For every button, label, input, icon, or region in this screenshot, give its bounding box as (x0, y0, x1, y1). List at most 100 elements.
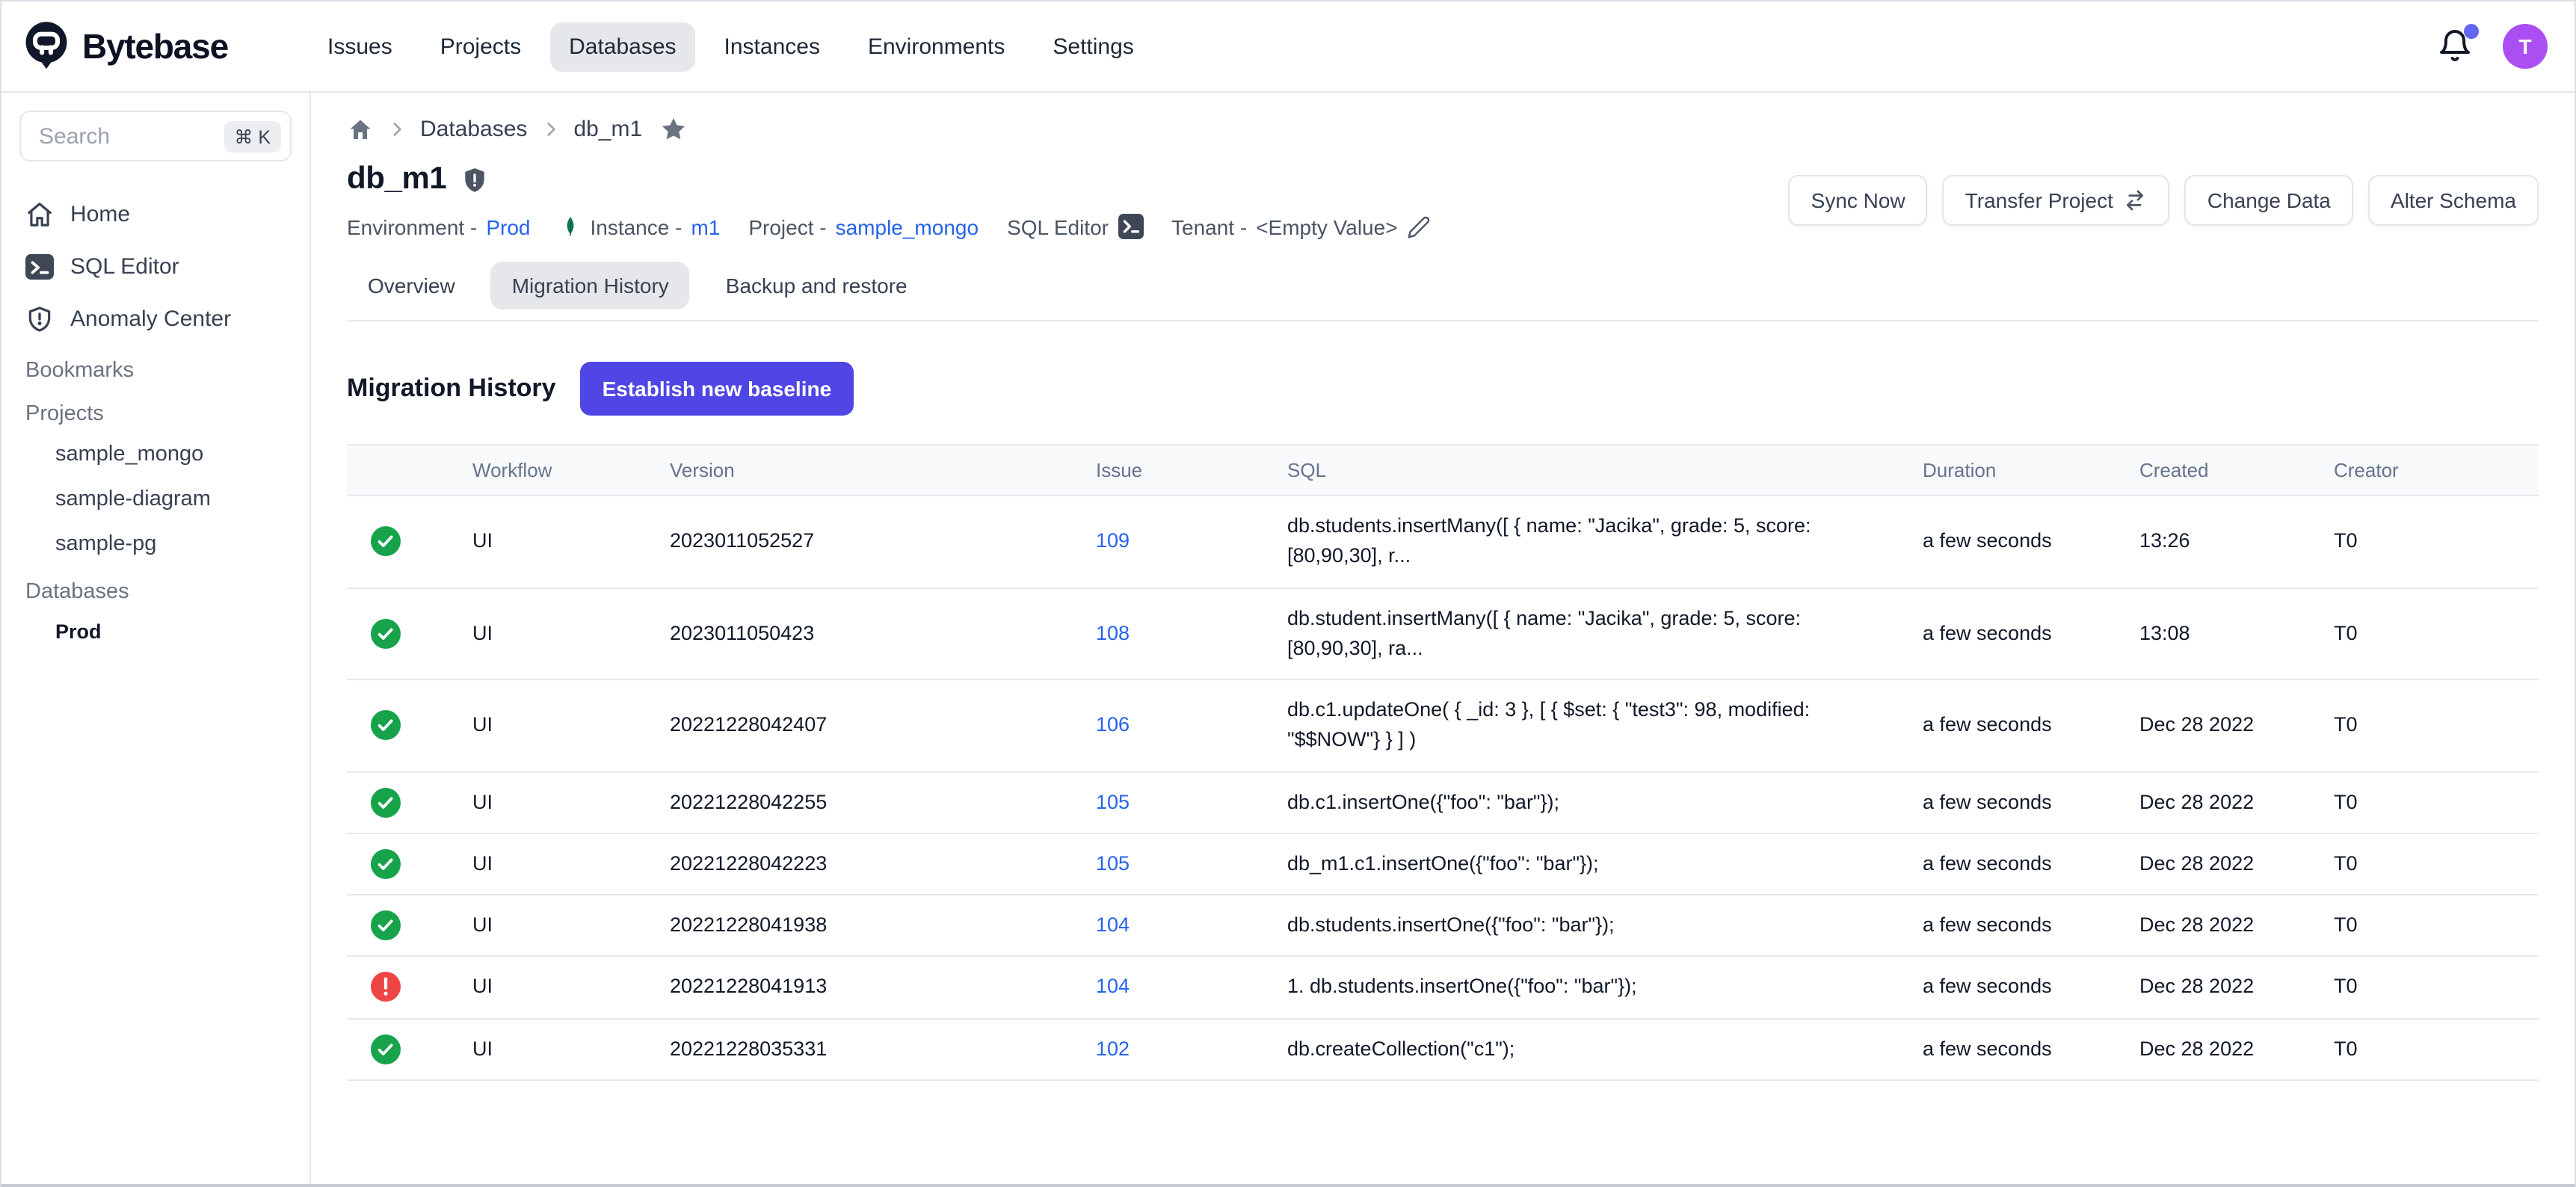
change-data-button[interactable]: Change Data (2185, 175, 2353, 226)
database-meta: Environment - Prod Instance - m1 Project… (347, 214, 1431, 239)
sidebar-item-prod[interactable]: Prod (19, 610, 292, 653)
tab-overview[interactable]: Overview (347, 262, 476, 309)
edit-pencil-icon[interactable] (1407, 215, 1431, 238)
issue-cell: 102 (1081, 1018, 1272, 1080)
topnav-item-environments[interactable]: Environments (848, 22, 1024, 71)
bookmark-star-icon[interactable] (659, 115, 687, 144)
status-cell (347, 1018, 457, 1080)
sidebar-item-sample-pg[interactable]: sample-pg (19, 522, 292, 567)
sidebar-item-sample-mongo[interactable]: sample_mongo (19, 432, 292, 477)
table-row[interactable]: UI2023011050423108db.student.insertMany(… (347, 588, 2539, 679)
chevron-right-icon (387, 120, 407, 139)
issue-link[interactable]: 105 (1096, 852, 1130, 875)
version-cell: 20221228042255 (655, 771, 1081, 833)
sql-cell: db.students.insertOne({"foo": "bar"}); (1272, 895, 1908, 957)
check-circle-icon (371, 619, 401, 649)
table-row[interactable]: UI20221228035331102db.createCollection("… (347, 1018, 2539, 1080)
table-row[interactable]: UI20221228041938 104 db.students.insertOne… (347, 895, 2539, 957)
table-body: UI2023011052527109db.students.insertMany… (347, 496, 2539, 1080)
sql-cell: db.students.insertMany([ { name: "Jacika… (1272, 496, 1908, 588)
duration-cell: a few seconds (1908, 496, 2124, 588)
alter-schema-button[interactable]: Alter Schema (2368, 175, 2539, 226)
workflow-cell: UI (457, 771, 655, 833)
project-link[interactable]: sample_mongo (836, 215, 979, 238)
sidebar-item-label: Home (70, 202, 130, 227)
notifications-button[interactable] (2437, 28, 2473, 64)
home-icon[interactable] (347, 116, 374, 143)
page-actions: Sync Now Transfer Project Change Data Al… (1789, 175, 2539, 226)
bytebase-logo-icon (22, 21, 70, 72)
environment-link[interactable]: Prod (486, 215, 530, 238)
bytebase-logo[interactable]: Bytebase (22, 21, 308, 72)
establish-baseline-button[interactable]: Establish new baseline (580, 362, 854, 416)
breadcrumb-db-name[interactable]: db_m1 (573, 117, 642, 142)
sidebar-item-anomaly-center[interactable]: Anomaly Center (19, 293, 292, 345)
migration-history-table: WorkflowVersionIssueSQLDurationCreatedCr… (347, 444, 2539, 1081)
shield-icon (25, 305, 54, 333)
meta-sql-editor[interactable]: SQL Editor (1007, 214, 1143, 239)
topnav-item-databases[interactable]: Databases (549, 22, 695, 71)
issue-link[interactable]: 106 (1096, 713, 1130, 736)
issue-link[interactable]: 104 (1096, 913, 1130, 936)
page-title: db_m1 (347, 161, 446, 197)
version-cell: 20221228041938 (655, 895, 1081, 957)
issue-cell: 106 (1081, 679, 1272, 771)
issue-link[interactable]: 109 (1096, 529, 1130, 552)
workflow-cell: UI (457, 895, 655, 957)
sql-cell: db.student.insertMany([ { name: "Jacika"… (1272, 588, 1908, 679)
sidebar-item-sample-diagram[interactable]: sample-diagram (19, 477, 292, 522)
search-shortcut: ⌘ K (224, 120, 281, 152)
breadcrumb-databases[interactable]: Databases (420, 117, 527, 142)
creator-cell: T0 (2319, 588, 2539, 679)
col-header-duration: Duration (1908, 445, 2124, 496)
sql-cell: db.c1.insertOne({"foo": "bar"}); (1272, 771, 1908, 833)
col-header-created: Created (2124, 445, 2319, 496)
topnav-item-issues[interactable]: Issues (308, 22, 412, 71)
status-cell (347, 496, 457, 588)
workflow-cell: UI (457, 496, 655, 588)
created-cell: 13:26 (2124, 496, 2319, 588)
creator-cell: T0 (2319, 895, 2539, 957)
duration-cell: a few seconds (1908, 771, 2124, 833)
meta-project: Project - sample_mongo (748, 215, 979, 238)
search-input[interactable] (36, 122, 224, 150)
version-cell: 20221228042407 (655, 679, 1081, 771)
topnav-item-projects[interactable]: Projects (421, 22, 540, 71)
issue-link[interactable]: 108 (1096, 621, 1130, 644)
sidebar-item-label: Anomaly Center (70, 306, 231, 332)
table-header-row: WorkflowVersionIssueSQLDurationCreatedCr… (347, 445, 2539, 496)
issue-link[interactable]: 102 (1096, 1037, 1130, 1059)
issue-link[interactable]: 105 (1096, 790, 1130, 813)
col-header-version: Version (655, 445, 1081, 496)
table-row[interactable]: UI20221228042223105db_m1.c1.insertOne({"… (347, 833, 2539, 895)
table-row[interactable]: UI20221228042407 106 db.c1.updateOne( { _i… (347, 679, 2539, 771)
workflow-cell: UI (457, 1018, 655, 1080)
search-box[interactable]: ⌘ K (19, 111, 292, 161)
duration-cell: a few seconds (1908, 679, 2124, 771)
topnav-item-settings[interactable]: Settings (1033, 22, 1153, 71)
status-cell (347, 771, 457, 833)
tab-migration-history[interactable]: Migration History (491, 262, 690, 309)
sync-now-button[interactable]: Sync Now (1789, 175, 1928, 226)
status-cell (347, 895, 457, 957)
table-row[interactable]: UI20221228042255 105 db.c1.insertOne({"foo… (347, 771, 2539, 833)
sidebar: ⌘ K HomeSQL EditorAnomaly Center Bookmar… (1, 93, 311, 1184)
col-header-creator: Creator (2319, 445, 2539, 496)
table-row[interactable]: UI2023011052527 109 db.students.insertMany… (347, 496, 2539, 588)
transfer-project-button[interactable]: Transfer Project (1943, 175, 2170, 226)
sidebar-item-home[interactable]: Home (19, 188, 292, 241)
tab-backup-and-restore[interactable]: Backup and restore (705, 262, 928, 309)
sql-cell: db.c1.updateOne( { _id: 3 }, [ { $set: {… (1272, 679, 1908, 771)
issue-link[interactable]: 104 (1096, 975, 1130, 998)
instance-link[interactable]: m1 (691, 215, 720, 238)
version-cell: 2023011052527 (655, 496, 1081, 588)
sidebar-item-sql-editor[interactable]: SQL Editor (19, 241, 292, 293)
avatar[interactable]: T (2503, 24, 2548, 69)
status-cell (347, 957, 457, 1019)
meta-environment: Environment - Prod (347, 215, 530, 238)
workflow-cell: UI (457, 679, 655, 771)
table-row[interactable]: UI202212280419131041. db.students.insert… (347, 957, 2539, 1019)
topnav-item-instances[interactable]: Instances (705, 22, 839, 71)
creator-cell: T0 (2319, 833, 2539, 895)
created-cell: Dec 28 2022 (2124, 895, 2319, 957)
